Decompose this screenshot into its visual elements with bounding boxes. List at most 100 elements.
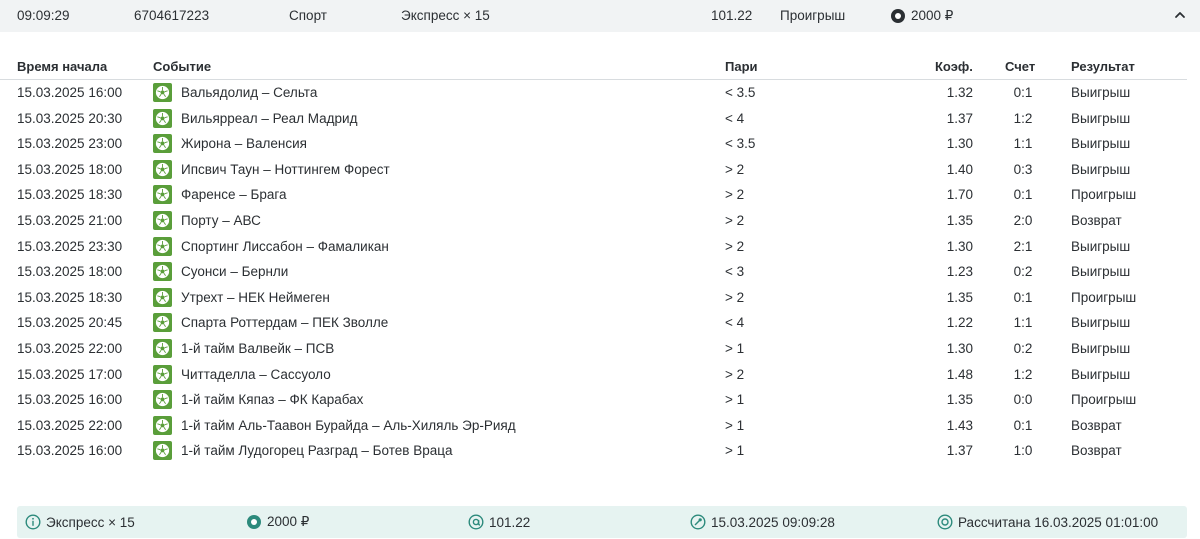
event-coef: 1.30 <box>946 136 973 152</box>
event-start-time: 15.03.2025 16:00 <box>17 392 123 408</box>
event-score: 1:2 <box>1013 366 1033 382</box>
event-name: Суонси – Бернли <box>181 264 289 280</box>
event-name: 1-й тайм Аль-Таавон Бурайда – Аль-Хиляль… <box>181 417 516 433</box>
soccer-ball-icon <box>153 236 172 256</box>
col-coef: Коэф. <box>935 59 973 74</box>
event-bet: < 4 <box>725 110 745 126</box>
footer-coef-value: 101.22 <box>489 514 531 530</box>
soccer-ball-icon <box>153 441 172 461</box>
event-score: 0:0 <box>1013 392 1033 408</box>
event-result: Проигрыш <box>1071 187 1137 203</box>
coin-icon <box>891 9 905 23</box>
table-row: 15.03.2025 18:00 Ипсвич Таун – Ноттингем … <box>0 157 1187 183</box>
event-coef: 1.35 <box>946 212 973 228</box>
event-score: 2:1 <box>1013 238 1033 254</box>
bet-stake: 2000 ₽ <box>891 8 953 24</box>
event-start-time: 15.03.2025 20:30 <box>17 110 123 126</box>
info-icon <box>25 514 41 530</box>
col-result: Результат <box>1071 59 1135 74</box>
event-bet: < 3.5 <box>725 136 756 152</box>
event-coef: 1.30 <box>946 238 973 254</box>
event-coef: 1.37 <box>946 110 973 126</box>
soccer-ball-icon <box>153 262 172 282</box>
event-bet: > 2 <box>725 238 745 254</box>
event-result: Возврат <box>1071 212 1122 228</box>
target-icon <box>937 514 953 530</box>
event-name: 1-й тайм Кяпаз – ФК Карабах <box>181 392 364 408</box>
event-bet: < 4 <box>725 315 745 331</box>
footer-coef: 101.22 <box>468 514 530 530</box>
soccer-ball-icon <box>153 287 172 307</box>
event-bet: > 1 <box>725 340 745 356</box>
event-score: 0:3 <box>1013 161 1033 177</box>
event-score: 1:2 <box>1013 110 1033 126</box>
soccer-ball-icon <box>153 364 172 384</box>
event-score: 0:1 <box>1013 417 1033 433</box>
event-name: Порту – АВС <box>181 212 261 228</box>
event-bet: > 2 <box>725 289 745 305</box>
event-result: Возврат <box>1071 417 1122 433</box>
event-score: 0:2 <box>1013 264 1033 280</box>
event-bet: > 2 <box>725 212 745 228</box>
table-row: 15.03.2025 21:00 Порту – АВС > 2 1.35 2:0 Воз… <box>0 208 1187 234</box>
event-coef: 1.40 <box>946 161 973 177</box>
table-row: 15.03.2025 16:00 1-й тайм Кяпаз – ФК Кара… <box>0 387 1187 413</box>
event-start-time: 15.03.2025 18:30 <box>17 289 123 305</box>
event-score: 0:1 <box>1013 85 1033 100</box>
bet-stake-value: 2000 ₽ <box>911 8 954 23</box>
soccer-ball-icon <box>153 390 172 410</box>
table-row: 15.03.2025 18:30 Утрехт – НЕК Неймеген > 2… <box>0 285 1187 311</box>
soccer-ball-icon <box>153 210 172 230</box>
event-name: Вильярреал – Реал Мадрид <box>181 110 358 126</box>
event-bet: > 1 <box>725 392 745 408</box>
event-start-time: 15.03.2025 18:00 <box>17 264 123 280</box>
event-result: Возврат <box>1071 443 1122 459</box>
footer-placed-value: 15.03.2025 09:09:28 <box>711 514 835 530</box>
event-bet: > 1 <box>725 443 745 459</box>
events-table-header: Время начала Событие Пари Коэф. Счет Рез… <box>0 56 1187 80</box>
footer-settled: Рассчитана 16.03.2025 01:01:00 <box>937 514 1158 530</box>
event-result: Проигрыш <box>1071 392 1137 408</box>
soccer-ball-icon <box>153 159 172 179</box>
event-result: Выигрыш <box>1071 85 1131 100</box>
event-bet: > 1 <box>725 417 745 433</box>
bet-total-coef: 101.22 <box>711 8 753 23</box>
footer-placed: 15.03.2025 09:09:28 <box>690 514 835 530</box>
bet-type: Экспресс × 15 <box>401 8 490 23</box>
at-icon <box>468 514 484 530</box>
soccer-ball-icon <box>153 338 172 358</box>
event-coef: 1.23 <box>946 264 973 280</box>
table-row: 15.03.2025 23:30 Спортинг Лиссабон – Фама… <box>0 234 1187 260</box>
event-result: Выигрыш <box>1071 315 1131 331</box>
event-start-time: 15.03.2025 18:00 <box>17 161 123 177</box>
footer-stake-value: 2000 ₽ <box>267 514 310 529</box>
chevron-up-icon[interactable] <box>1174 9 1186 21</box>
pin-icon <box>690 514 706 530</box>
event-bet: > 2 <box>725 366 745 382</box>
event-name: 1-й тайм Лудогорец Разград – Ботев Враца <box>181 443 453 459</box>
footer-stake: 2000 ₽ <box>246 514 309 530</box>
event-name: Ипсвич Таун – Ноттингем Форест <box>181 161 390 177</box>
event-result: Выигрыш <box>1071 238 1131 254</box>
event-result: Выигрыш <box>1071 136 1131 152</box>
event-start-time: 15.03.2025 16:00 <box>17 443 123 459</box>
event-bet: > 2 <box>725 187 745 203</box>
event-start-time: 15.03.2025 23:00 <box>17 136 123 152</box>
event-bet: < 3 <box>725 264 745 280</box>
event-start-time: 15.03.2025 16:00 <box>17 85 123 100</box>
event-coef: 1.22 <box>946 315 973 331</box>
event-score: 0:1 <box>1013 289 1033 305</box>
soccer-ball-icon <box>153 185 172 205</box>
event-name: Утрехт – НЕК Неймеген <box>181 289 330 305</box>
event-start-time: 15.03.2025 20:45 <box>17 315 123 331</box>
event-coef: 1.43 <box>946 417 973 433</box>
event-score: 0:2 <box>1013 340 1033 356</box>
event-result: Выигрыш <box>1071 340 1131 356</box>
event-coef: 1.32 <box>946 85 973 100</box>
bet-id: 6704617223 <box>134 8 210 23</box>
event-result: Выигрыш <box>1071 110 1131 126</box>
bet-footer: Экспресс × 15 2000 ₽ 101.22 15.03.2025 0… <box>17 506 1187 538</box>
table-row: 15.03.2025 20:45 Спарта Роттердам – ПЕК З… <box>0 310 1187 336</box>
event-start-time: 15.03.2025 21:00 <box>17 212 123 228</box>
bet-summary-bar[interactable]: 09:09:29 6704617223 Спорт Экспресс × 15 … <box>0 0 1200 32</box>
